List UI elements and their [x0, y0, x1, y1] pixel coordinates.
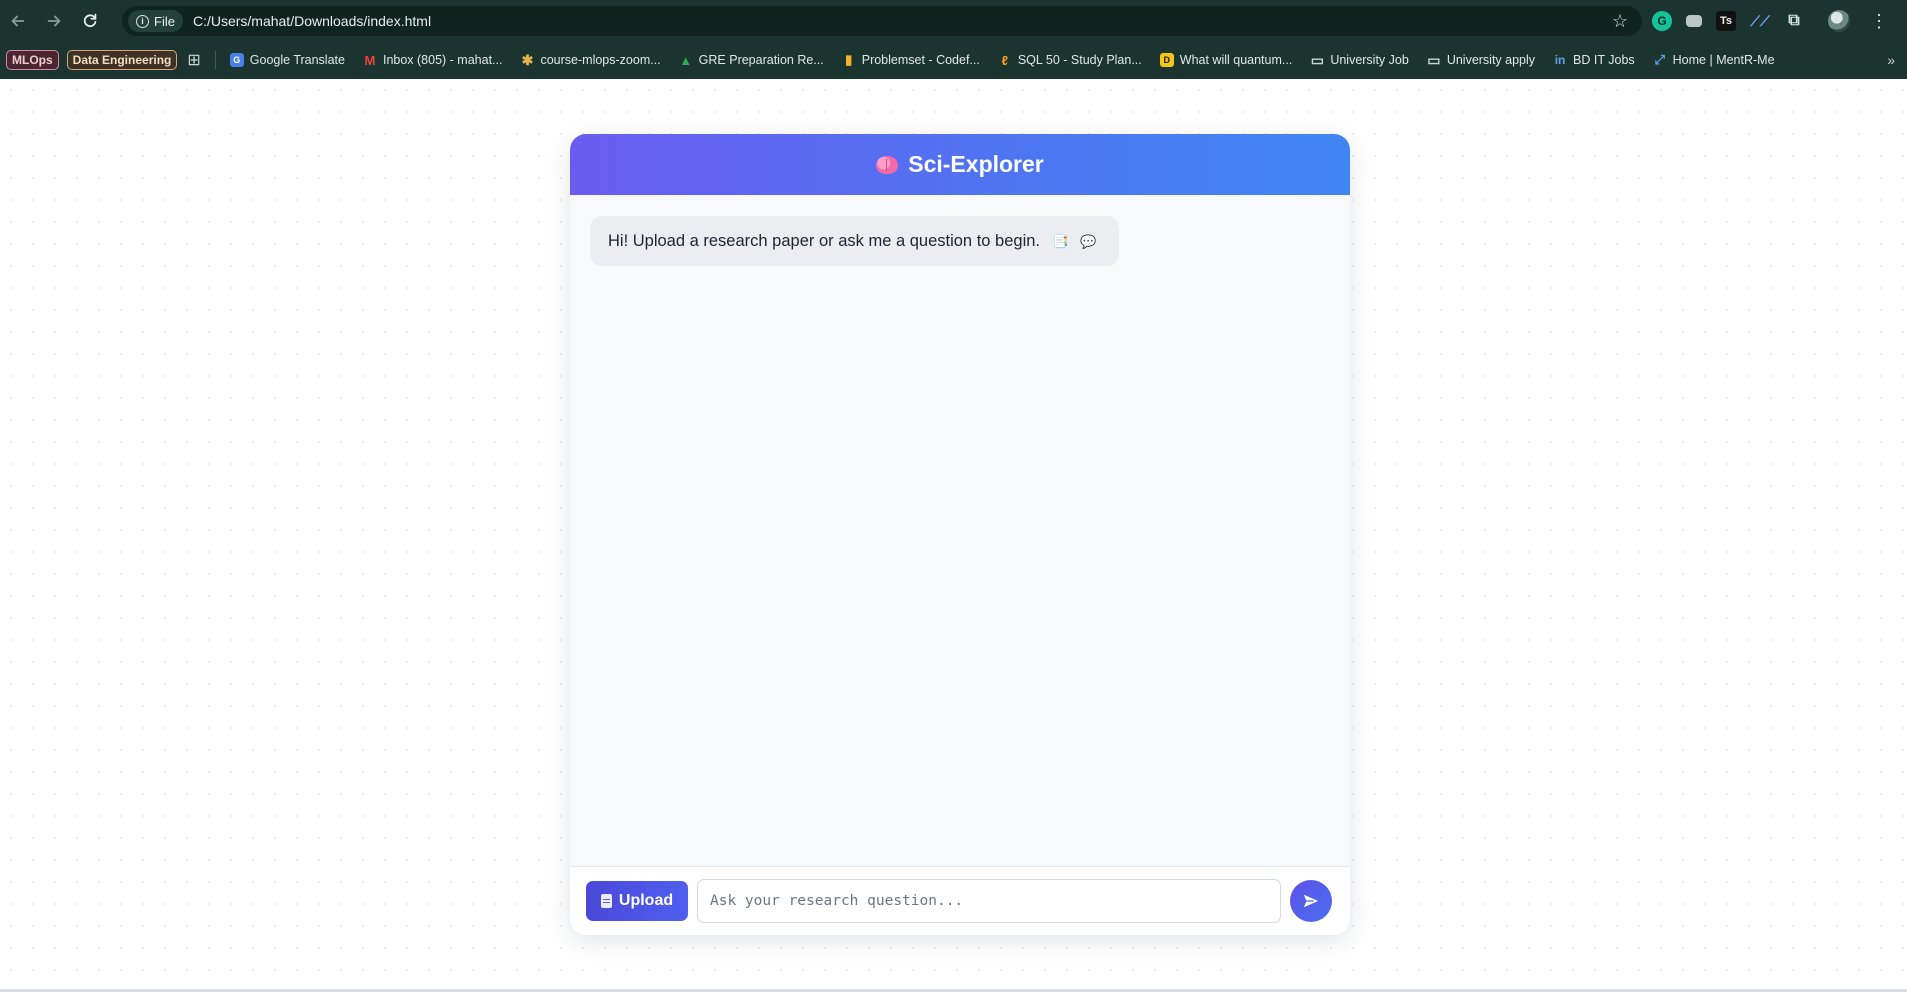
puzzle-icon[interactable]: ⧉	[1784, 11, 1804, 31]
bookmark-item[interactable]: ℓ SQL 50 - Study Plan...	[998, 52, 1142, 68]
bookmark-item[interactable]: ▭ University apply	[1427, 51, 1536, 68]
folder-icon: ▭	[1310, 51, 1324, 68]
message-text: Hi! Upload a research paper or ask me a …	[608, 232, 1040, 250]
codeforces-icon: ▮	[845, 52, 853, 67]
bookmark-label: Inbox (805) - mahat...	[382, 53, 503, 67]
bookmark-item[interactable]: M Inbox (805) - mahat...	[363, 52, 503, 68]
bookmark-group-mlops[interactable]: MLOps	[6, 50, 59, 70]
message-list: Hi! Upload a research paper or ask me a …	[570, 195, 1350, 866]
bookmark-item[interactable]: G Google Translate	[229, 53, 345, 67]
bookmark-label: Problemset - Codef...	[861, 53, 980, 67]
bookmark-label: BD IT Jobs	[1573, 53, 1635, 67]
grammarly-icon[interactable]: G	[1652, 11, 1672, 31]
leetcode-icon: ℓ	[1001, 52, 1009, 68]
bookmark-label: University Job	[1330, 53, 1409, 67]
bookmark-separator	[214, 51, 216, 69]
info-icon: i	[136, 14, 149, 28]
bookmark-item[interactable]: ⤢ Home | MentR-Me	[1653, 52, 1775, 67]
reload-icon	[83, 13, 97, 28]
ai-extension-icon[interactable]: ⟋⟋	[1750, 11, 1770, 31]
google-drive-icon: ▲	[679, 52, 693, 68]
message-emoji: 📑 💬	[1052, 234, 1101, 249]
page-canvas: Sci-Explorer Hi! Upload a research paper…	[0, 79, 1907, 992]
ts-extension-icon[interactable]: Ts	[1716, 11, 1736, 31]
linkedin-icon: in	[1554, 53, 1566, 67]
upload-button[interactable]: Upload	[586, 881, 688, 921]
avatar[interactable]	[1828, 10, 1850, 32]
url-text[interactable]: C:/Users/mahat/Downloads/index.html	[193, 13, 431, 29]
arrow-left-icon	[11, 15, 25, 27]
bookmark-item[interactable]: ✱ course-mlops-zoom...	[520, 51, 661, 68]
bookmark-item[interactable]: in BD IT Jobs	[1553, 53, 1635, 67]
question-input[interactable]	[697, 879, 1281, 923]
reload-button[interactable]	[72, 0, 108, 42]
extensions-area: G Ts ⟋⟋ ⧉ ⋮	[1652, 0, 1888, 42]
upload-label: Upload	[618, 892, 674, 909]
app-title: Sci-Explorer	[908, 151, 1044, 177]
bookmark-label: SQL 50 - Study Plan...	[1017, 53, 1142, 67]
star-icon[interactable]: ☆	[1612, 11, 1628, 32]
bookmark-group-data-engineering[interactable]: Data Engineering	[66, 50, 178, 70]
bookmark-item[interactable]: D What will quantum...	[1159, 53, 1293, 67]
arrow-right-icon	[47, 15, 61, 27]
back-button[interactable]	[0, 0, 36, 42]
bookmark-item[interactable]: ▲ GRE Preparation Re...	[679, 52, 824, 68]
chevron-double-right-icon[interactable]: »	[1887, 52, 1895, 68]
bookmark-label: GRE Preparation Re...	[698, 53, 824, 67]
chat-composer: Upload	[570, 866, 1350, 935]
google-translate-icon: G	[229, 53, 244, 67]
mentrme-icon: ⤢	[1654, 52, 1665, 67]
brain-icon	[876, 155, 899, 174]
browser-toolbar: i File C:/Users/mahat/Downloads/index.ht…	[0, 0, 1907, 42]
bookmark-label: course-mlops-zoom...	[540, 53, 661, 67]
chat-header: Sci-Explorer	[570, 134, 1350, 195]
gmail-icon: M	[364, 52, 376, 68]
apps-grid-icon[interactable]: ⊞	[187, 50, 200, 70]
d-icon: D	[1159, 53, 1174, 67]
scheme-label: File	[154, 13, 175, 29]
bookmark-item[interactable]: ▭ University Job	[1310, 51, 1409, 68]
send-button[interactable]	[1290, 880, 1332, 922]
bookmark-label: University apply	[1446, 53, 1536, 67]
bookmark-label: Google Translate	[249, 53, 345, 67]
toggle-extension-icon[interactable]	[1686, 15, 1702, 27]
site-info-chip[interactable]: i File	[128, 10, 183, 32]
bookmark-item[interactable]: ▮ Problemset - Codef...	[842, 52, 980, 67]
slack-icon: ✱	[521, 51, 534, 68]
document-icon	[600, 894, 612, 908]
send-icon	[1303, 894, 1319, 908]
more-menu-icon[interactable]: ⋮	[1870, 11, 1888, 32]
bookmark-label: Home | MentR-Me	[1672, 53, 1775, 67]
folder-icon: ▭	[1427, 51, 1441, 68]
assistant-message: Hi! Upload a research paper or ask me a …	[590, 216, 1119, 266]
chat-window: Sci-Explorer Hi! Upload a research paper…	[570, 134, 1350, 935]
address-bar[interactable]: i File C:/Users/mahat/Downloads/index.ht…	[122, 6, 1642, 36]
bookmark-label: What will quantum...	[1179, 53, 1293, 67]
bookmarks-bar: MLOps Data Engineering ⊞ G Google Transl…	[0, 42, 1907, 79]
forward-button[interactable]	[36, 0, 72, 42]
